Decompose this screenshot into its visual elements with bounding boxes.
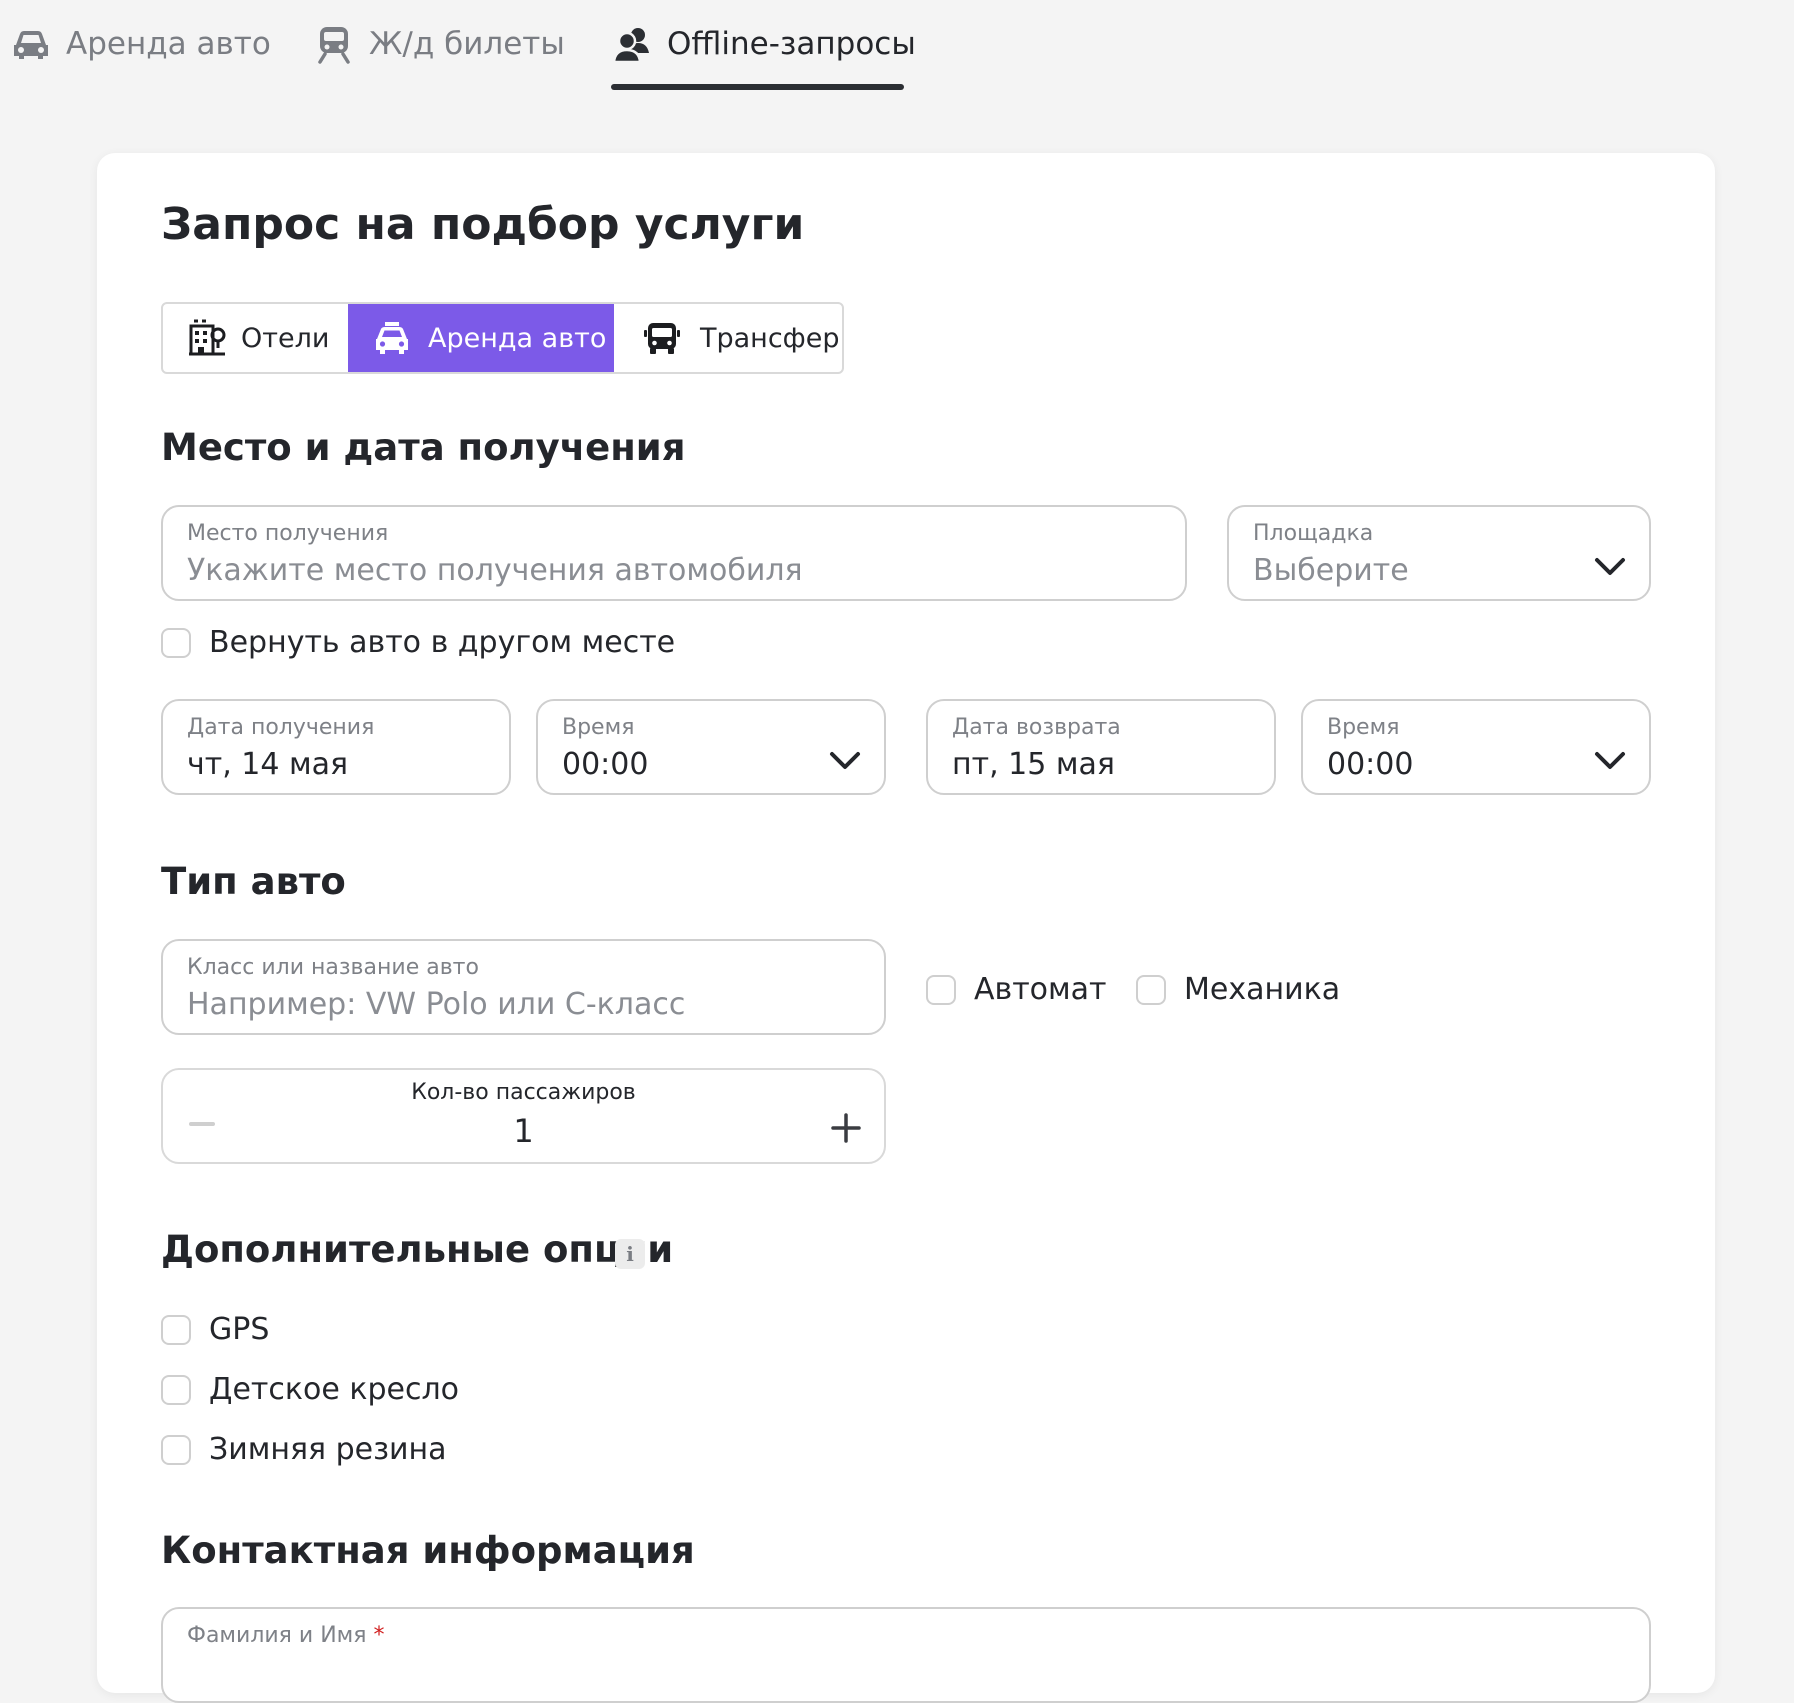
bus-icon [644,323,680,354]
active-tab-indicator [611,84,904,90]
checkbox-box[interactable] [1136,974,1166,1005]
automatic-checkbox[interactable]: Автомат [926,972,1107,1007]
service-label: Аренда авто [428,322,607,354]
chevron-down-icon [830,752,860,769]
return-date-value: пт, 15 мая [952,747,1115,782]
checkbox-label: GPS [209,1312,270,1347]
train-icon [318,27,350,64]
field-label: Площадка [1253,521,1374,546]
checkbox-label: Детское кресло [209,1372,459,1407]
checkbox-label: Вернуть авто в другом месте [209,625,676,660]
top-navigation: Аренда авто Ж/д билеты Offline-запросы [0,0,1794,92]
field-label: Время [1327,715,1400,740]
hotel-icon [189,319,226,356]
checkbox-label: Автомат [974,972,1107,1007]
checkbox-label: Зимняя резина [209,1432,447,1467]
section-heading-contact: Контактная информация [161,1529,695,1572]
field-label: Время [562,715,635,740]
platform-value: Выберите [1253,553,1409,588]
return-elsewhere-checkbox[interactable]: Вернуть авто в другом месте [161,625,675,660]
stepper-label: Кол-во пассажиров [411,1080,636,1105]
passengers-count: 1 [513,1112,534,1150]
checkbox-label: Механика [1184,972,1341,1007]
return-date-field[interactable]: Дата возврата пт, 15 мая [926,699,1276,795]
pickup-date-field[interactable]: Дата получения чт, 14 мая [161,699,511,795]
tab-car-rental[interactable]: Аренда авто [10,14,271,74]
full-name-field[interactable]: Фамилия и Имя * [161,1607,1651,1703]
page-title: Запрос на подбор услуги [161,199,805,250]
field-label: Дата получения [187,715,375,740]
required-mark: * [373,1623,385,1648]
car-class-input[interactable]: Например: VW Polo или С-класс [187,987,685,1022]
tab-label: Ж/д билеты [369,26,565,62]
increment-button[interactable] [830,1112,862,1144]
users-icon [612,28,649,64]
tab-label: Offline-запросы [667,26,916,62]
pickup-place-input[interactable]: Укажите место получения автомобиля [187,553,803,588]
service-car-rental[interactable]: Аренда авто [348,304,614,372]
pickup-date-value: чт, 14 мая [187,747,349,782]
car-class-field[interactable]: Класс или название авто Например: VW Pol… [161,939,886,1035]
full-name-label: Фамилия и Имя [187,1623,367,1648]
platform-select[interactable]: Площадка Выберите [1227,505,1651,601]
passengers-stepper: Кол-во пассажиров 1 [161,1068,886,1164]
tab-train-tickets[interactable]: Ж/д билеты [313,14,565,74]
service-label: Отели [241,322,330,354]
checkbox-box[interactable] [161,1374,191,1405]
tab-offline-requests[interactable]: Offline-запросы [611,14,916,74]
car-icon [14,31,48,59]
service-type-selector: Отели Аренда авто Трансфер [161,302,844,374]
chevron-down-icon [1595,558,1625,575]
return-time-value: 00:00 [1327,747,1414,782]
option-child-seat-checkbox[interactable]: Детское кресло [161,1372,459,1407]
car-icon [376,322,408,354]
field-label: Фамилия и Имя * [187,1623,384,1648]
section-heading-options: Дополнительные опции [161,1228,674,1271]
pickup-time-value: 00:00 [562,747,649,782]
service-request-card: Запрос на подбор услуги Отели Аренда авт… [97,153,1715,1703]
service-label: Трансфер [700,322,840,354]
tab-label: Аренда авто [66,26,271,62]
pickup-place-field[interactable]: Место получения Укажите место получения … [161,505,1187,601]
checkbox-box[interactable] [161,627,191,658]
section-heading-car-type: Тип авто [161,860,346,903]
checkbox-box[interactable] [161,1314,191,1345]
field-label: Дата возврата [952,715,1121,740]
manual-checkbox[interactable]: Механика [1136,972,1340,1007]
section-heading-pickup: Место и дата получения [161,426,686,469]
checkbox-box[interactable] [926,974,956,1005]
option-winter-tires-checkbox[interactable]: Зимняя резина [161,1432,447,1467]
pickup-time-select[interactable]: Время 00:00 [536,699,886,795]
checkbox-box[interactable] [161,1434,191,1465]
field-label: Класс или название авто [187,955,479,980]
service-hotels[interactable]: Отели [163,304,348,372]
info-icon[interactable]: i [615,1239,645,1269]
return-time-select[interactable]: Время 00:00 [1301,699,1651,795]
field-label: Место получения [187,521,389,546]
service-transfer[interactable]: Трансфер [614,304,842,372]
chevron-down-icon [1595,752,1625,769]
option-gps-checkbox[interactable]: GPS [161,1312,269,1347]
